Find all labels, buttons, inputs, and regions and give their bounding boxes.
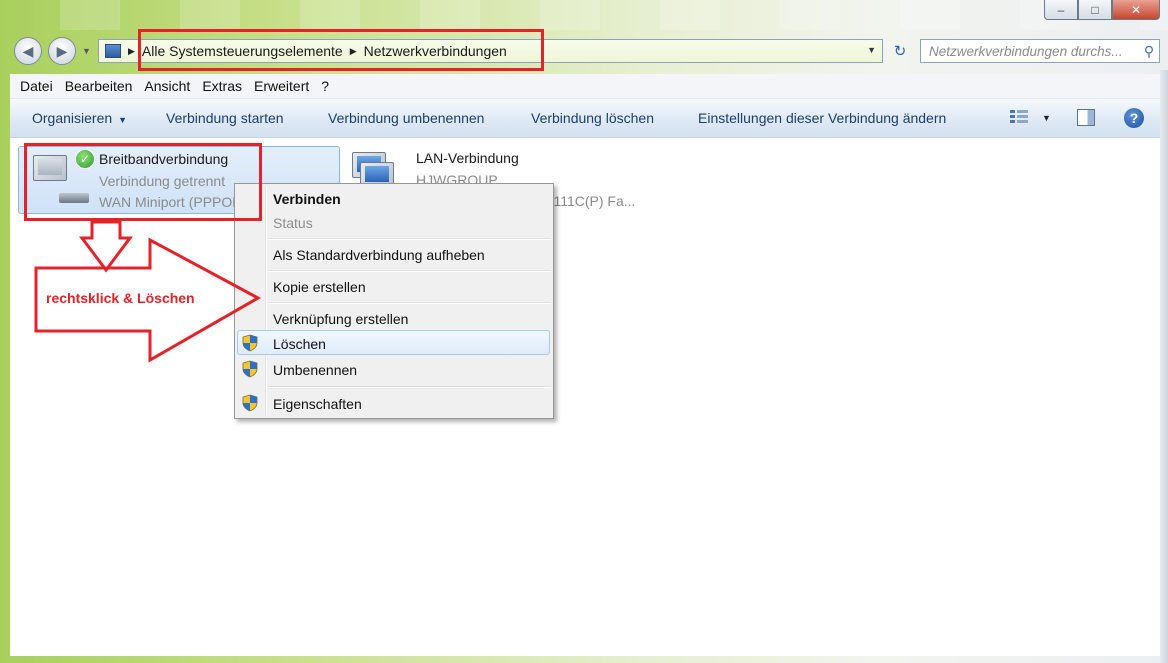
window-frame: – □ ✕ ◀ ▶ ▼ ▶ Alle Systemsteuerungseleme… (0, 0, 1168, 663)
annotation-arrows (34, 220, 262, 363)
annotation-label: rechtsklick & Löschen (46, 290, 195, 306)
annotation-arrow-down (79, 220, 133, 273)
